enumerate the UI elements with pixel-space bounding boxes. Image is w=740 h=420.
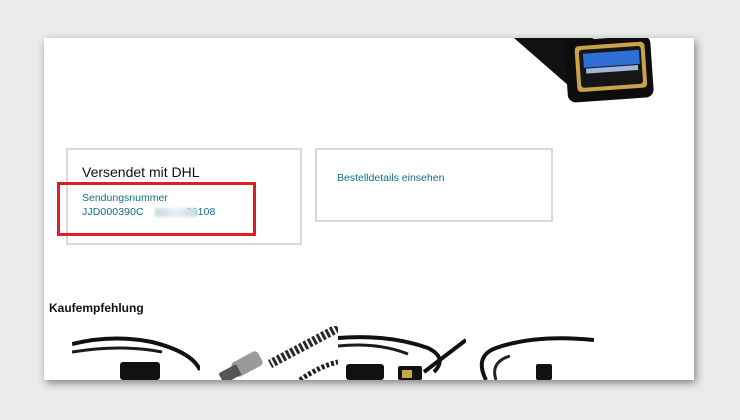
recommendation-item[interactable] — [72, 326, 200, 380]
cable-image — [479, 336, 594, 380]
recommendation-item[interactable] — [338, 326, 466, 380]
order-details-box: Bestelldetails einsehen — [315, 148, 553, 222]
product-usb-adapter-image[interactable] — [514, 38, 694, 104]
recommendation-item[interactable] — [466, 326, 594, 380]
usb-cable-image — [72, 336, 200, 380]
recommendations-title: Kaufempfehlung — [49, 301, 144, 315]
order-details-link[interactable]: Bestelldetails einsehen — [337, 172, 444, 184]
braided-cable-image — [219, 326, 338, 380]
tracking-highlight-frame — [57, 182, 256, 236]
order-confirmation-card: Versendet mit DHL Sendungsnummer JJD0003… — [44, 38, 694, 380]
shipping-carrier-title: Versendet mit DHL — [82, 164, 200, 180]
recommendation-item[interactable] — [210, 326, 338, 380]
usb-adapter-cable-image — [338, 335, 466, 380]
